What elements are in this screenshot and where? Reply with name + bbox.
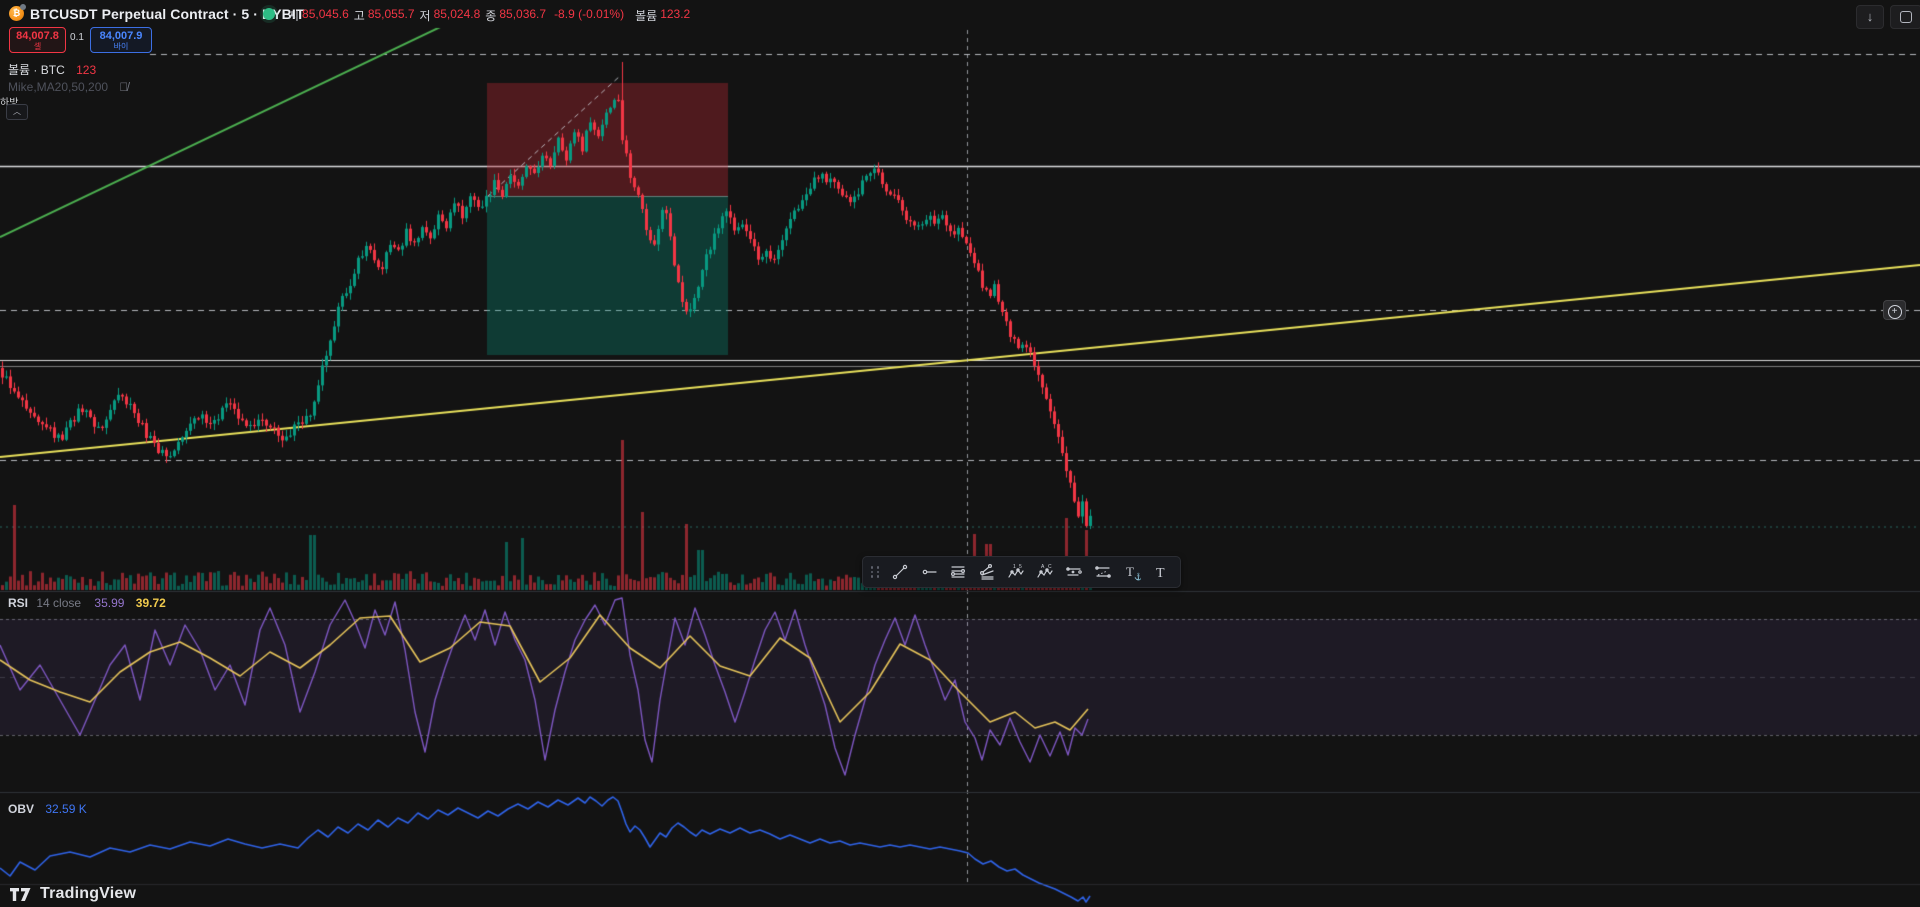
horizontal-ray-icon	[922, 569, 937, 575]
scroll-down-button[interactable]: ↓	[1856, 5, 1884, 29]
restore-button[interactable]	[1890, 5, 1920, 29]
tradingview-chart-window: { "header": { "symbol_title": "BTCUSDT P…	[0, 0, 1920, 907]
chevron-up-icon: ︿	[13, 107, 21, 116]
elliott-correction-wave-icon: AC	[1036, 564, 1053, 578]
tool-text[interactable]: T	[1147, 559, 1174, 585]
eye-hidden-icon[interactable]: 👁̸	[119, 80, 128, 94]
tradingview-logo-icon	[10, 887, 31, 901]
btc-symbol-icon: ₿	[9, 4, 26, 21]
chart-header: ₿ BTCUSDT Perpetual Contract · 5 · BYBIT…	[0, 0, 1920, 28]
pitchfork-icon	[979, 564, 994, 580]
svg-text:⚓: ⚓	[1134, 572, 1141, 581]
buy-button[interactable]: 84,007.9 바이	[90, 27, 152, 53]
text-icon: T	[1156, 566, 1165, 581]
volume-value: 123.2	[660, 7, 691, 21]
open-value: 85,045.6	[302, 7, 349, 21]
high-label: 고	[353, 9, 365, 23]
tradingview-logo-text: TradingView	[40, 885, 137, 902]
chart-canvas[interactable]	[0, 0, 1920, 907]
low-label: 저	[419, 9, 431, 23]
anchored-text-icon: T ⚓	[1126, 564, 1141, 581]
plus-circle-icon: +	[1887, 305, 1902, 319]
close-label: 종	[485, 9, 497, 23]
tool-disjoint-channel[interactable]	[1089, 559, 1116, 585]
drag-handle[interactable]	[869, 563, 881, 581]
svg-text:T: T	[1126, 564, 1134, 579]
rsi-ma-value: 39.72	[135, 596, 166, 610]
tool-parallel-channel[interactable]	[1060, 559, 1087, 585]
sell-label: 셀	[33, 42, 42, 51]
ma-legend-title: Mike,MA20,50,200	[8, 80, 109, 94]
volume-legend-title: 볼륨 · BTC	[8, 63, 65, 77]
add-alert-plus-button[interactable]: +	[1883, 300, 1906, 320]
trend-line-icon	[892, 564, 907, 580]
open-label: 시	[288, 9, 300, 23]
tool-horizontal-ray[interactable]	[915, 559, 942, 585]
tool-anchored-text[interactable]: T ⚓	[1118, 559, 1145, 585]
restore-icon	[1900, 11, 1912, 23]
rsi-legend[interactable]: RSI 14 close 35.99 39.72	[8, 596, 166, 610]
market-status-dot	[263, 8, 275, 20]
volume-legend-value: 123	[76, 63, 97, 77]
svg-text:C: C	[1048, 564, 1052, 570]
volume-legend[interactable]: 볼륨 · BTC 123	[8, 61, 96, 78]
rsi-value: 35.99	[94, 596, 125, 610]
tool-trend-line[interactable]	[886, 559, 913, 585]
rsi-legend-title: RSI	[8, 596, 29, 610]
tool-elliott-correction-wave[interactable]: AC	[1031, 559, 1058, 585]
svg-text:5: 5	[1019, 564, 1022, 570]
disjoint-channel-icon	[1094, 566, 1111, 578]
collapse-button[interactable]: ︿	[6, 104, 28, 120]
low-value: 85,024.8	[433, 7, 481, 21]
high-value: 85,055.7	[367, 7, 415, 21]
volume-label: 볼륨	[635, 9, 658, 23]
buy-label: 바이	[113, 42, 129, 51]
tradingview-logo[interactable]: TradingView	[10, 885, 136, 903]
drawing-toolbar: 1 5 A C T ⚓ T	[862, 556, 1181, 588]
tool-elliott-impulse-wave[interactable]: 15	[1002, 559, 1029, 585]
ma-legend[interactable]: Mike,MA20,50,200 👁̸	[8, 80, 128, 94]
spread-value: 0.1	[70, 32, 84, 43]
ohlc-readout: 시 85,045.6 고 85,055.7 저 85,024.8 종 85,036.7 …	[288, 7, 690, 24]
obv-legend-title: OBV	[8, 802, 35, 816]
tool-pitchfork[interactable]	[973, 559, 1000, 585]
obv-legend[interactable]: OBV 32.59 K	[8, 802, 87, 816]
rsi-legend-params: 14 close	[36, 596, 82, 610]
svg-text:A: A	[1041, 564, 1045, 570]
svg-text:T: T	[1156, 566, 1165, 581]
fib-retracement-icon	[950, 566, 965, 578]
change-value: -8.9 (-0.01%)	[554, 7, 625, 21]
obv-value: 32.59 K	[45, 802, 87, 816]
parallel-channel-icon	[1065, 567, 1082, 576]
svg-text:1: 1	[1013, 564, 1016, 570]
close-value: 85,036.7	[499, 7, 547, 21]
tool-fib-retracement[interactable]	[944, 559, 971, 585]
down-arrow-icon: ↓	[1866, 9, 1874, 24]
elliott-impulse-wave-icon: 15	[1007, 564, 1024, 578]
sell-button[interactable]: 84,007.8 셀	[9, 27, 66, 53]
